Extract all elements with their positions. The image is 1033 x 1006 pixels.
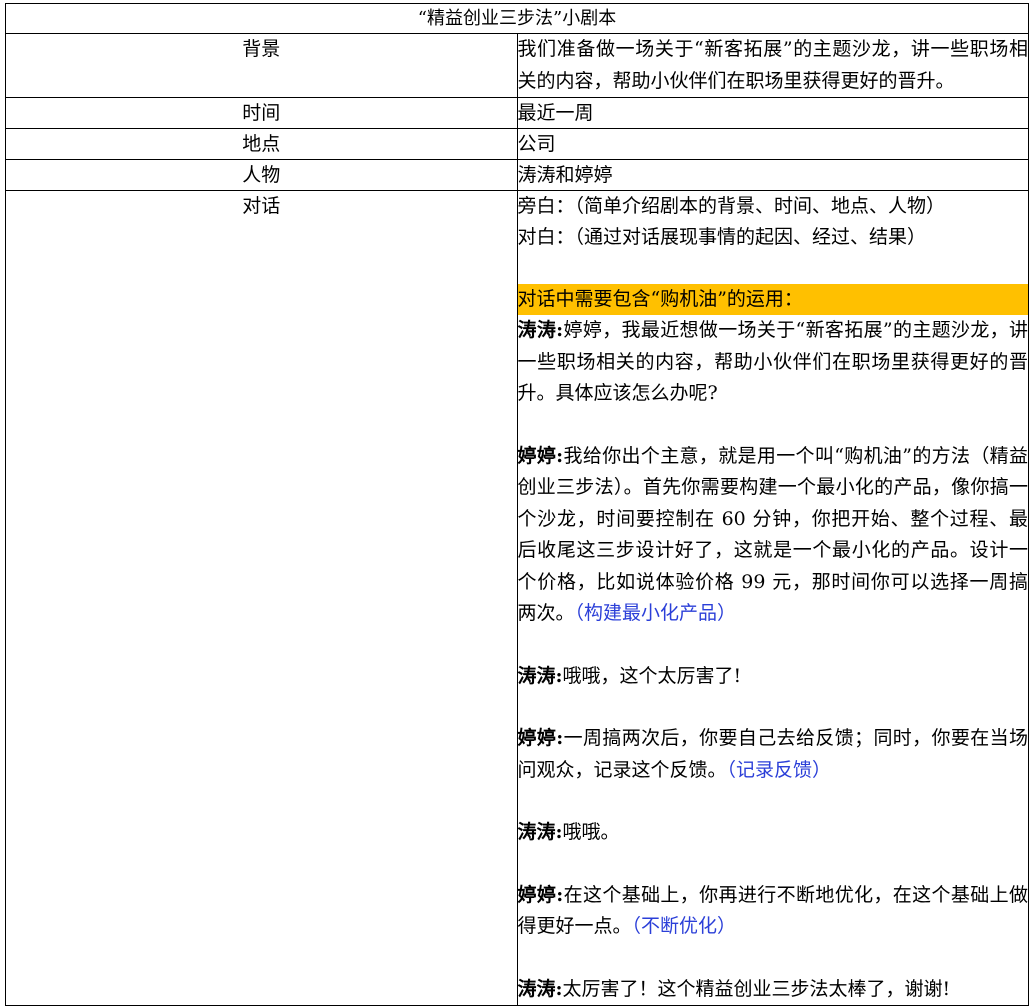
time-value: 最近一周	[516, 97, 1029, 129]
speaker-name: 涛涛:	[517, 821, 563, 843]
dialogue-text: 在这个基础上，你再进行不断地优化，在这个基础上做得更好一点。	[517, 883, 1029, 938]
background-label: 背景	[5, 33, 518, 98]
place-value: 公司	[516, 128, 1029, 160]
speaker-name: 婷婷:	[517, 883, 564, 906]
dialogue-line: 涛涛:婷婷，我最近想做一场关于“新客拓展”的主题沙龙，讲一些职场相关的内容，帮助…	[518, 315, 1029, 410]
characters-value: 涛涛和婷婷	[516, 159, 1029, 191]
dialogue-line: 涛涛:哦哦。	[518, 817, 1029, 849]
dialogue-line: 涛涛:哦哦，这个太厉害了!	[518, 661, 1029, 693]
dialogue-text: 婷婷，我最近想做一场关于“新客拓展”的主题沙龙，讲一些职场相关的内容，帮助小伙伴…	[517, 319, 1029, 404]
speaker-name: 婷婷:	[517, 444, 564, 467]
speaker-name: 涛涛:	[517, 319, 564, 341]
title-row: “精益创业三步法”小剧本	[5, 3, 1029, 34]
dialogue-label: 对话	[5, 190, 518, 1006]
speaker-name: 婷婷:	[517, 727, 564, 749]
characters-label: 人物	[5, 159, 518, 191]
dialogue-line: 婷婷:一周搞两次后，你要自己去给反馈；同时，你要在当场问观众，记录这个反馈。（记…	[518, 723, 1029, 786]
time-row: 时间 最近一周	[5, 97, 1029, 129]
background-row: 背景 我们准备做一场关于“新客拓展”的主题沙龙，讲一些职场相关的内容，帮助小伙伴…	[5, 33, 1029, 98]
dialog-note-line: 对白：（通过对话展现事情的起因、经过、结果）	[517, 226, 927, 248]
time-label: 时间	[5, 97, 518, 129]
narration-line: 旁白：（简单介绍剧本的背景、时间、地点、人物）	[517, 195, 946, 217]
characters-row: 人物 涛涛和婷婷	[5, 159, 1029, 191]
place-row: 地点 公司	[5, 128, 1029, 160]
dialogue-text: 哦哦，这个太厉害了!	[562, 664, 742, 687]
dialogue-text: 我给你出个主意，就是用一个叫“购机油”的方法（精益创业三步法）。首先你需要构建一…	[517, 444, 1029, 625]
dialogue-text: 哦哦。	[562, 821, 620, 843]
speaker-name: 涛涛:	[517, 664, 563, 687]
place-label: 地点	[5, 128, 518, 160]
requirement-highlight: 对话中需要包含“购机油”的运用：	[517, 284, 1028, 315]
method-note: （记录反馈）	[726, 758, 832, 781]
speaker-name: 涛涛:	[517, 977, 563, 1000]
dialogue-row: 对话 旁白：（简单介绍剧本的背景、时间、地点、人物） 对白：（通过对话展现事情的…	[5, 190, 1029, 1006]
background-text: 我们准备做一场关于“新客拓展”的主题沙龙，讲一些职场相关的内容，帮助小伙伴们在职…	[517, 38, 1029, 92]
dialogue-text: 太厉害了！这个精益创业三步法太棒了，谢谢!	[562, 977, 951, 1000]
script-table: “精益创业三步法”小剧本 背景 我们准备做一场关于“新客拓展”的主题沙龙，讲一些…	[5, 3, 1029, 1006]
background-value: 我们准备做一场关于“新客拓展”的主题沙龙，讲一些职场相关的内容，帮助小伙伴们在职…	[516, 33, 1029, 98]
script-title: “精益创业三步法”小剧本	[5, 3, 1029, 34]
dialogue-content: 旁白：（简单介绍剧本的背景、时间、地点、人物） 对白：（通过对话展现事情的起因、…	[516, 190, 1029, 1006]
dialogue-line: 婷婷:在这个基础上，你再进行不断地优化，在这个基础上做得更好一点。（不断优化）	[518, 880, 1029, 943]
method-note: （构建最小化产品）	[574, 602, 737, 624]
dialogue-line: 涛涛:太厉害了！这个精益创业三步法太棒了，谢谢!	[518, 974, 1029, 1006]
method-note: （不断优化）	[631, 915, 737, 937]
dialogue-line: 婷婷:我给你出个主意，就是用一个叫“购机油”的方法（精益创业三步法）。首先你需要…	[518, 441, 1029, 630]
